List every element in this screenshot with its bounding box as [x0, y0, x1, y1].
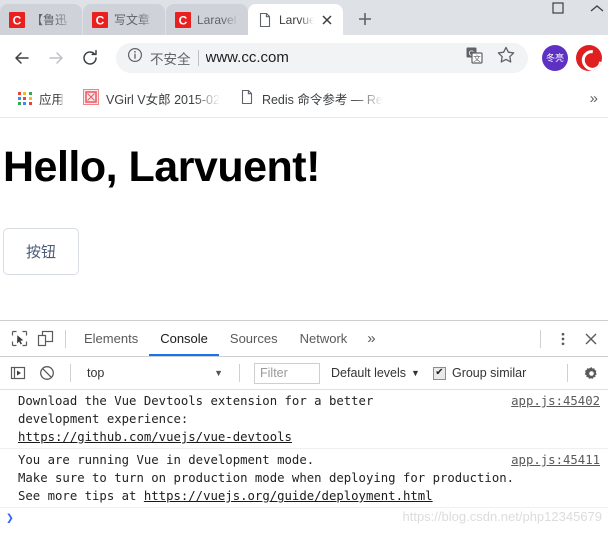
devtools-tabbar: Elements Console Sources Network » [0, 321, 608, 357]
devtools-divider [567, 364, 568, 382]
bookmark-label: Redis 命令参考 — Re [261, 93, 383, 107]
window-controls [552, 0, 604, 20]
bookmarks-bar: 应用 VGirl V女郎 2015-02 Redis 命令参考 — Re » [0, 80, 608, 118]
tab-label: Larvuent [279, 12, 314, 27]
action-button[interactable]: 按钮 [3, 228, 80, 276]
devtools-divider [540, 329, 541, 348]
devtools-panel: Elements Console Sources Network » top ▼… [0, 320, 608, 534]
group-similar-label: Group similar [451, 366, 527, 380]
page-title: Hello, Larvuent! [3, 143, 320, 191]
message-link[interactable]: https://vuejs.org/guide/deployment.html [144, 489, 433, 503]
group-similar-checkbox[interactable]: ✔ Group similar [431, 366, 526, 380]
tab-label: 【鲁迅 [31, 13, 68, 27]
back-arrow-icon[interactable] [6, 42, 38, 74]
tab-network[interactable]: Network [289, 321, 359, 356]
page-icon [239, 89, 255, 108]
more-tabs-button[interactable]: » [358, 330, 384, 347]
browser-tab-4-active[interactable]: Larvuent [248, 4, 343, 35]
bookmark-apps[interactable]: 应用 [10, 85, 72, 112]
message-line: Make sure to turn on production mode whe… [18, 471, 515, 485]
console-output[interactable]: app.js:45402 Download the Vue Devtools e… [0, 390, 608, 534]
console-message[interactable]: app.js:45411 You are running Vue in deve… [0, 449, 608, 508]
reload-icon[interactable] [74, 42, 106, 74]
maximize-icon[interactable] [552, 1, 564, 19]
translate-icon[interactable]: G 文 [465, 46, 484, 70]
svg-text:文: 文 [473, 53, 481, 63]
bookmark-label: VGirl V女郎 2015-02 [106, 93, 220, 107]
device-toolbar-icon[interactable] [32, 326, 58, 352]
levels-label: Default levels [331, 366, 407, 380]
console-filter-bar: top ▼ Filter Default levels ▼ ✔ Group si… [0, 357, 608, 390]
bookmarks-overflow-button[interactable]: » [590, 90, 598, 107]
bookmark-vgirl[interactable]: VGirl V女郎 2015-02 [75, 85, 228, 112]
tab-label: 写文章 [114, 13, 151, 27]
svg-text:C: C [13, 13, 22, 27]
inspect-cursor-icon[interactable] [6, 326, 32, 352]
execution-context-select[interactable]: top ▼ [81, 362, 229, 384]
tab-elements[interactable]: Elements [73, 321, 149, 356]
devtools-divider [65, 329, 66, 348]
tab-label: Network [299, 331, 348, 346]
avatar[interactable]: 冬亮 [542, 44, 568, 71]
tab-console[interactable]: Console [149, 321, 219, 356]
tab-label: Sources [229, 331, 278, 346]
tab-strip: C 【鲁迅 C 写文章 C Laravel Larvuent [0, 0, 608, 35]
message-line: development experience: [18, 412, 189, 426]
svg-text:C: C [179, 13, 188, 27]
new-tab-button[interactable] [351, 5, 379, 33]
tab-label: Elements [84, 331, 139, 346]
devtools-divider [70, 364, 71, 382]
page-icon [257, 12, 273, 28]
browser-tab-2[interactable]: C 写文章 [83, 4, 165, 35]
context-value: top [87, 366, 105, 380]
vgirl-icon [83, 89, 100, 108]
bookmark-redis[interactable]: Redis 命令参考 — Re [231, 85, 391, 112]
navigation-bar: 不安全 www.cc.com G 文 冬亮 [0, 35, 608, 80]
page-content: Hello, Larvuent! 按钮 [0, 118, 608, 320]
gear-icon[interactable] [578, 360, 604, 386]
message-link[interactable]: https://github.com/vuejs/vue-devtools [18, 430, 292, 444]
svg-text:C: C [96, 13, 105, 27]
checkbox-checked-icon: ✔ [432, 366, 446, 380]
tab-label: Console [160, 331, 208, 346]
execute-sidebar-icon[interactable] [5, 360, 31, 386]
message-line-prefix: See more tips at [18, 489, 144, 503]
close-icon[interactable] [578, 326, 604, 352]
log-levels-select[interactable]: Default levels ▼ [323, 366, 428, 380]
tab-sources[interactable]: Sources [219, 321, 289, 356]
omnibox-actions: G 文 [465, 45, 518, 70]
info-circle-icon[interactable] [127, 47, 143, 68]
message-source-link[interactable]: app.js:45411 [511, 451, 600, 469]
c-red-icon: C [92, 11, 108, 28]
c-red-icon: C [9, 11, 25, 28]
forward-arrow-icon[interactable] [40, 42, 72, 74]
browser-tab-1[interactable]: C 【鲁迅 [0, 4, 82, 35]
tab-label: Laravel [197, 12, 237, 27]
message-source-link[interactable]: app.js:45402 [511, 392, 600, 410]
c-red-icon: C [175, 11, 191, 28]
chevron-down-icon: ▼ [214, 368, 223, 378]
red-c-extension-icon[interactable] [576, 44, 602, 71]
close-icon[interactable] [320, 13, 334, 27]
console-message[interactable]: app.js:45402 Download the Vue Devtools e… [0, 390, 608, 449]
omnibox-divider [197, 49, 199, 66]
kebab-menu-icon[interactable] [550, 326, 576, 352]
bookmark-label: 应用 [39, 93, 65, 107]
devtools-tabbar-actions [533, 326, 604, 352]
prompt-arrow-icon: ❯ [6, 511, 14, 526]
security-status-label: 不安全 [150, 51, 191, 67]
devtools-divider [239, 364, 240, 382]
url-text[interactable]: www.cc.com [206, 49, 459, 66]
chevron-up-icon[interactable] [590, 1, 604, 19]
chevron-down-icon: ▼ [411, 368, 420, 378]
browser-window: C 【鲁迅 C 写文章 C Laravel Larvuent [0, 0, 608, 534]
clear-console-icon[interactable] [34, 360, 60, 386]
browser-tab-3[interactable]: C Laravel [166, 4, 248, 35]
apps-grid-icon [18, 91, 32, 106]
omnibox[interactable]: 不安全 www.cc.com G 文 [116, 42, 528, 73]
filter-input[interactable]: Filter [254, 362, 320, 384]
console-prompt[interactable]: ❯ [0, 508, 608, 529]
star-icon[interactable] [496, 45, 516, 70]
